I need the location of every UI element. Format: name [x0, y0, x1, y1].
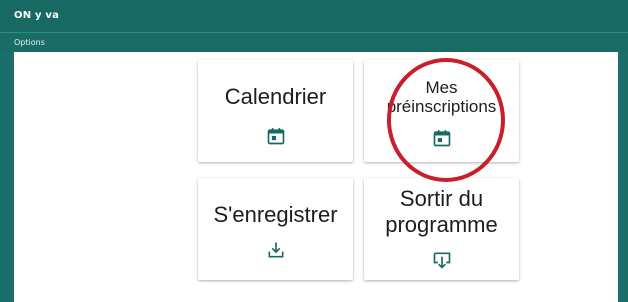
calendrier-label: Calendrier: [224, 84, 327, 109]
download-icon: [268, 242, 283, 258]
app-title: ON y va: [14, 10, 60, 21]
sortir-du-label: Sortir du: [399, 186, 484, 211]
top-app-bar: ON y va: [0, 0, 628, 33]
calendar-icon: [433, 130, 450, 147]
mes-label: Mes: [425, 78, 458, 97]
calendar-icon: [267, 128, 284, 145]
exit-download-icon: [433, 252, 450, 269]
sortir-du-programme-card[interactable]: Sortir du programme: [364, 178, 519, 280]
s-enregistrer-label: S'enregistrer: [213, 202, 338, 227]
calendrier-card[interactable]: Calendrier: [198, 60, 353, 162]
programme-label: programme: [385, 212, 498, 237]
main-content: Calendrier Mes préinscriptions S'enregis…: [14, 52, 618, 302]
s-enregistrer-card[interactable]: S'enregistrer: [198, 178, 353, 280]
preinscriptions-label: préinscriptions: [386, 97, 497, 116]
app-window: ON y va Options Calendrier Mes préinscri…: [0, 0, 628, 302]
options-menu-bar: Options: [0, 34, 628, 52]
options-menu[interactable]: Options: [14, 38, 45, 47]
mes-preinscriptions-card[interactable]: Mes préinscriptions: [364, 60, 519, 162]
